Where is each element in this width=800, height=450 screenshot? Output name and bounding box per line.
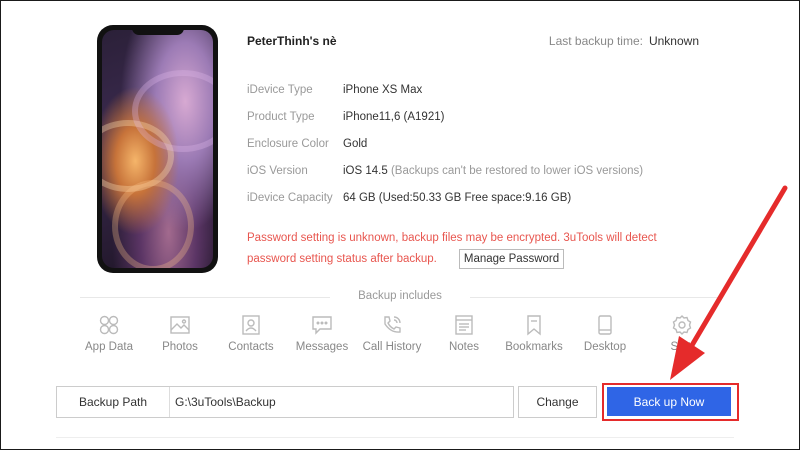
annotation-arrow-icon bbox=[670, 185, 788, 380]
